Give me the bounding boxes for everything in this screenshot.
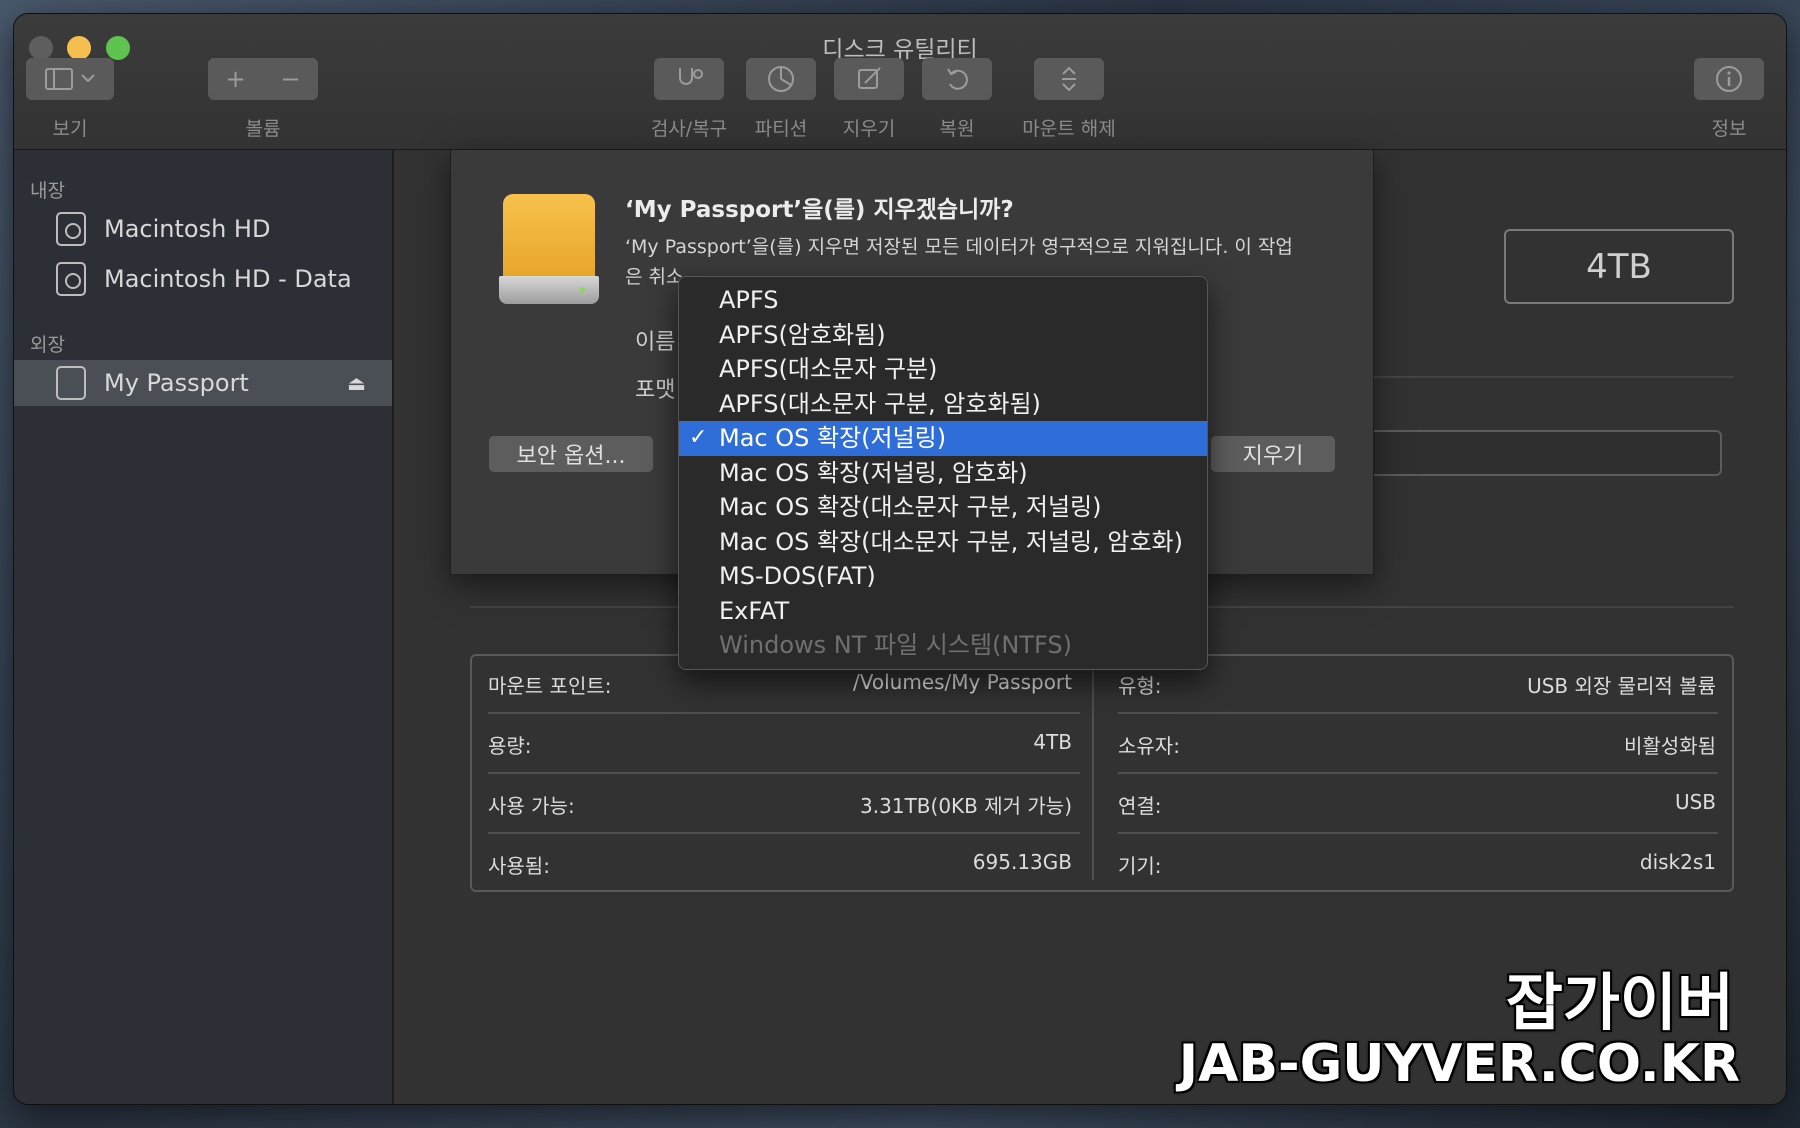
watermark-domain: JAB-GUYVER.CO.KR <box>1178 1034 1740 1094</box>
sidebar-item-macintosh-hd-data[interactable]: Macintosh HD - Data <box>14 256 392 302</box>
info-icon <box>1716 66 1742 92</box>
sheet-title: ‘My Passport’을(를) 지우겠습니까? <box>625 197 1014 223</box>
sidebar-item-label: Macintosh HD - Data <box>104 265 352 293</box>
pie-partition-icon <box>768 66 794 92</box>
capacity-label: 용량: <box>488 734 532 758</box>
erase-toolbar-button[interactable] <box>834 58 904 100</box>
disk-utility-window: 디스크 유틸리티 보기 + − 볼륨 검사/복구 파티션 지우기 복원 마운트 … <box>14 14 1786 1104</box>
name-label: 이름 <box>635 330 676 355</box>
row-divider <box>488 772 1080 774</box>
remove-volume-icon[interactable]: − <box>280 65 300 93</box>
mount-point-value: /Volumes/My Passport <box>853 670 1072 694</box>
unmount-icon <box>1062 66 1076 92</box>
used-value: 695.13GB <box>972 850 1072 874</box>
info-button[interactable] <box>1694 58 1764 100</box>
row-divider <box>1118 832 1718 834</box>
add-volume-icon[interactable]: + <box>225 65 245 93</box>
format-dropdown-menu[interactable]: APFS APFS(암호화됨) APFS(대소문자 구분) APFS(대소문자 … <box>678 276 1208 670</box>
volume-info-table: 마운트 포인트: /Volumes/My Passport 유형: USB 외장… <box>470 654 1734 892</box>
info-label: 정보 <box>1711 118 1747 140</box>
sidebar: 내장 Macintosh HD Macintosh HD - Data 외장 M… <box>14 150 394 1104</box>
restore-arrow-icon <box>947 68 968 90</box>
connection-label: 연결: <box>1118 794 1162 818</box>
row-divider <box>488 712 1080 714</box>
first-aid-label: 검사/복구 <box>650 118 728 140</box>
partition-label: 파티션 <box>754 118 808 140</box>
used-label: 사용됨: <box>488 854 550 878</box>
erase-button[interactable]: 지우기 <box>1211 436 1335 472</box>
format-option-mac-os-extended-case-sensitive-journaled-encrypted[interactable]: Mac OS 확장(대소문자 구분, 저널링, 암호화) <box>679 525 1207 560</box>
type-value: USB 외장 물리적 볼륨 <box>1527 674 1716 698</box>
type-label: 유형: <box>1118 674 1162 698</box>
column-divider <box>1092 666 1094 880</box>
format-option-ntfs: Windows NT 파일 시스템(NTFS) <box>719 631 1072 659</box>
name-field-edge <box>1374 430 1722 476</box>
available-label: 사용 가능: <box>488 794 575 818</box>
partition-button[interactable] <box>746 58 816 100</box>
format-option-apfs[interactable]: APFS <box>679 283 1207 318</box>
available-value: 3.31TB(0KB 제거 가능) <box>860 794 1072 818</box>
sidebar-item-my-passport[interactable]: My Passport ⏏ <box>14 360 392 406</box>
security-options-button[interactable]: 보안 옵션... <box>489 436 653 472</box>
external-disk-icon <box>56 366 86 400</box>
format-option-ms-dos-fat[interactable]: MS-DOS(FAT) <box>679 559 1207 594</box>
unmount-label: 마운트 해제 <box>1022 118 1116 140</box>
restore-label: 복원 <box>939 118 975 140</box>
format-option-mac-os-extended-journaled[interactable]: ✓ Mac OS 확장(저널링) <box>679 421 1207 456</box>
first-aid-button[interactable] <box>654 58 724 100</box>
internal-section-header: 내장 <box>30 180 65 202</box>
divider <box>1374 376 1734 378</box>
owners-value: 비활성화됨 <box>1624 734 1716 758</box>
restore-button[interactable] <box>922 58 992 100</box>
internal-disk-icon <box>56 262 86 296</box>
sidebar-toggle-icon <box>45 68 95 90</box>
format-option-apfs-case-sensitive[interactable]: APFS(대소문자 구분) <box>679 352 1207 387</box>
stethoscope-icon <box>679 68 703 85</box>
row-divider <box>1118 712 1718 714</box>
checkmark-icon: ✓ <box>689 425 708 450</box>
eject-icon[interactable]: ⏏ <box>347 371 366 395</box>
format-option-mac-os-extended-journaled-encrypted[interactable]: Mac OS 확장(저널링, 암호화) <box>679 456 1207 491</box>
format-option-apfs-encrypted[interactable]: APFS(암호화됨) <box>679 318 1207 353</box>
capacity-value: 4TB <box>1033 730 1072 754</box>
volume-button-group: + − <box>208 58 318 100</box>
internal-disk-icon <box>56 212 86 246</box>
sheet-description-line: ‘My Passport’을(를) 지우면 저장된 모든 데이터가 영구적으로 … <box>625 236 1293 258</box>
volume-label: 볼륨 <box>245 118 281 140</box>
external-drive-icon <box>499 194 599 308</box>
format-option-mac-os-extended-case-sensitive-journaled[interactable]: Mac OS 확장(대소문자 구분, 저널링) <box>679 490 1207 525</box>
unmount-button[interactable] <box>1034 58 1104 100</box>
device-value: disk2s1 <box>1639 850 1716 874</box>
connection-value: USB <box>1674 790 1716 814</box>
erase-pencil-icon <box>858 67 881 89</box>
view-label: 보기 <box>52 118 88 140</box>
format-option-exfat[interactable]: ExFAT <box>679 594 1207 629</box>
erase-toolbar-label: 지우기 <box>842 118 896 140</box>
watermark-korean: 잡가이버 <box>1505 966 1734 1039</box>
owners-label: 소유자: <box>1118 734 1180 758</box>
external-section-header: 외장 <box>30 334 65 356</box>
sidebar-item-label: Macintosh HD <box>104 215 271 243</box>
titlebar: 디스크 유틸리티 보기 + − 볼륨 검사/복구 파티션 지우기 복원 마운트 … <box>14 14 1786 150</box>
row-divider <box>488 832 1080 834</box>
device-label: 기기: <box>1118 854 1162 878</box>
format-option-apfs-case-sensitive-encrypted[interactable]: APFS(대소문자 구분, 암호화됨) <box>679 387 1207 422</box>
mount-point-label: 마운트 포인트: <box>488 674 612 698</box>
format-label: 포맷 <box>635 378 676 403</box>
row-divider <box>1118 772 1718 774</box>
sidebar-item-macintosh-hd[interactable]: Macintosh HD <box>14 206 392 252</box>
sidebar-item-label: My Passport <box>104 369 249 397</box>
capacity-display: 4TB <box>1504 229 1734 304</box>
view-button[interactable] <box>26 58 114 100</box>
